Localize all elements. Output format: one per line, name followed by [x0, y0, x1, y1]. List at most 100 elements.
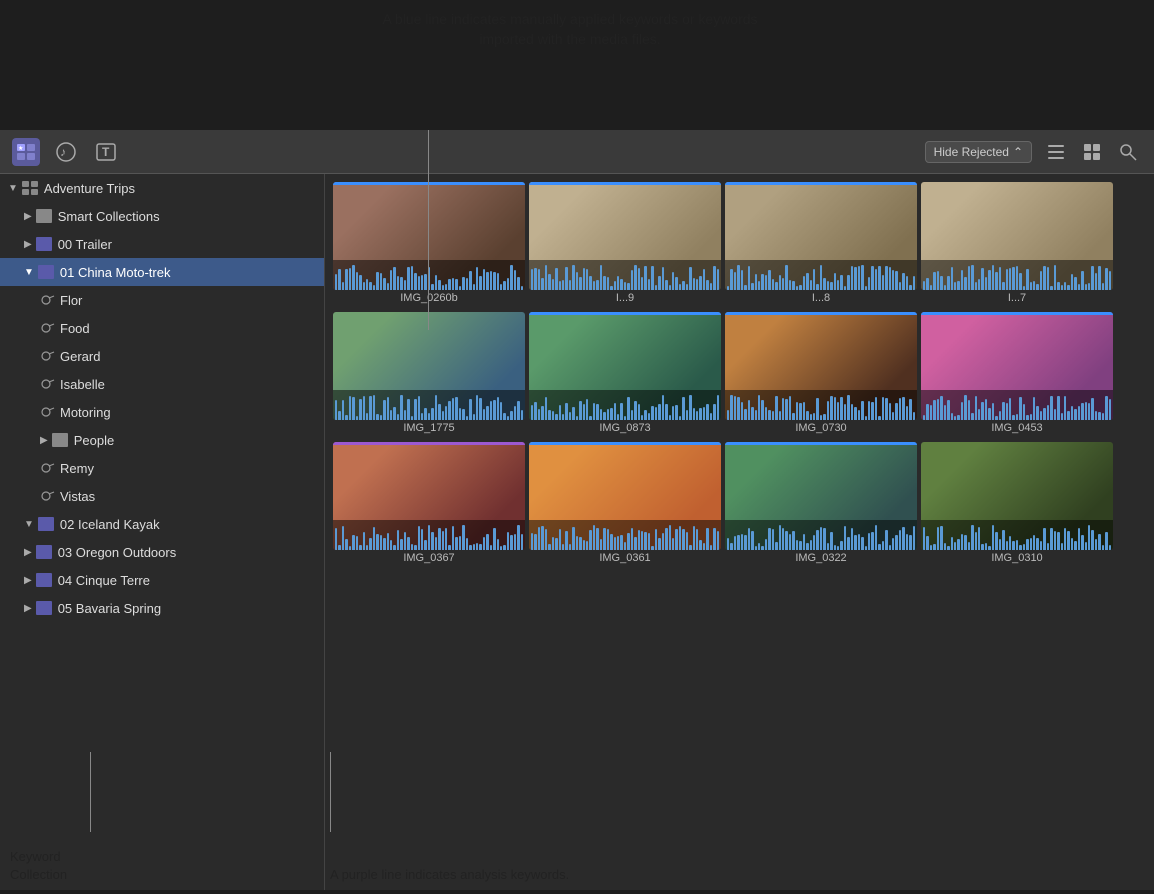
thumb-image-img11 [725, 442, 917, 550]
food-keyword-icon [40, 320, 56, 336]
sidebar-item-01-china[interactable]: ▼ 01 China Moto-trek [0, 258, 324, 286]
sidebar-item-02-iceland[interactable]: ▼ 02 Iceland Kayak [0, 510, 324, 538]
hide-rejected-label: Hide Rejected [934, 145, 1009, 159]
china-arrow: ▼ [24, 267, 34, 278]
list-view-icon[interactable] [1042, 138, 1070, 166]
annotation-keyword-collection: Keyword Collection [10, 848, 120, 884]
iceland-arrow: ▼ [24, 519, 34, 530]
sidebar-item-04-cinque[interactable]: ▶ 04 Cinque Terre [0, 566, 324, 594]
thumb-label-img8: IMG_0453 [921, 422, 1113, 438]
callout-line-top [428, 130, 429, 330]
thumbnail-img3[interactable]: I...8 [725, 182, 917, 308]
library-icon[interactable]: ★ [12, 138, 40, 166]
waveform-img8 [921, 390, 1113, 420]
blue-keyword-line [529, 312, 721, 315]
blue-keyword-line [725, 182, 917, 185]
cinque-label: 04 Cinque Terre [58, 573, 150, 588]
blue-keyword-line [921, 312, 1113, 315]
blue-keyword-line [725, 312, 917, 315]
cinque-arrow: ▶ [24, 575, 32, 586]
grid-view-icon[interactable] [1078, 138, 1106, 166]
toolbar-icons-left: ★ ♪ T [12, 138, 120, 166]
sidebar-item-people[interactable]: ▶ People [0, 426, 324, 454]
iceland-label: 02 Iceland Kayak [60, 517, 160, 532]
waveform-img2 [529, 260, 721, 290]
sidebar: ▼ Adventure Trips ▶ Smart Collections [0, 174, 325, 890]
cinque-star-icon [36, 573, 52, 587]
iceland-star-icon [38, 517, 54, 531]
toolbar: ★ ♪ T Hide Rejected ⌃ [0, 130, 1154, 174]
hide-rejected-button[interactable]: Hide Rejected ⌃ [925, 141, 1032, 163]
motoring-label: Motoring [60, 405, 111, 420]
isabelle-label: Isabelle [60, 377, 105, 392]
svg-text:T: T [102, 145, 110, 159]
thumb-label-img10: IMG_0361 [529, 552, 721, 568]
sidebar-item-smart-collections[interactable]: ▶ Smart Collections [0, 202, 324, 230]
thumb-image-img12 [921, 442, 1113, 550]
trailer-star-icon [36, 237, 52, 251]
search-icon[interactable] [1114, 138, 1142, 166]
smart-collections-arrow: ▶ [24, 211, 32, 222]
smart-collections-folder-icon [36, 209, 52, 223]
sidebar-item-motoring[interactable]: Motoring [0, 398, 324, 426]
isabelle-keyword-icon [40, 376, 56, 392]
flor-keyword-icon [40, 292, 56, 308]
thumb-label-img1: IMG_0260b [333, 292, 525, 308]
thumbnail-img6[interactable]: IMG_0873 [529, 312, 721, 438]
svg-text:♪: ♪ [60, 145, 66, 159]
thumb-label-img11: IMG_0322 [725, 552, 917, 568]
waveform-img1 [333, 260, 525, 290]
oregon-label: 03 Oregon Outdoors [58, 545, 177, 560]
oregon-star-icon [36, 545, 52, 559]
thumb-label-img9: IMG_0367 [333, 552, 525, 568]
title-icon[interactable]: T [92, 138, 120, 166]
thumb-label-img2: I...9 [529, 292, 721, 308]
sidebar-item-00-trailer[interactable]: ▶ 00 Trailer [0, 230, 324, 258]
music-icon[interactable]: ♪ [52, 138, 80, 166]
blue-keyword-line [333, 182, 525, 185]
callout-line-keyword [90, 752, 91, 832]
sidebar-item-library[interactable]: ▼ Adventure Trips [0, 174, 324, 202]
trailer-arrow: ▶ [24, 239, 32, 250]
thumbnail-img10[interactable]: IMG_0361 [529, 442, 721, 568]
thumbnail-img11[interactable]: IMG_0322 [725, 442, 917, 568]
thumbnail-img12[interactable]: IMG_0310 [921, 442, 1113, 568]
thumb-image-img3 [725, 182, 917, 290]
sidebar-item-vistas[interactable]: Vistas [0, 482, 324, 510]
sidebar-item-03-oregon[interactable]: ▶ 03 Oregon Outdoors [0, 538, 324, 566]
people-folder-icon [52, 433, 68, 447]
waveform-img4 [921, 260, 1113, 290]
library-arrow: ▼ [8, 183, 18, 194]
thumb-image-img5 [333, 312, 525, 420]
svg-text:★: ★ [18, 145, 23, 152]
app-window: ★ ♪ T Hide Rejected ⌃ [0, 130, 1154, 890]
annotation-blue-line: A blue line indicates manually applied k… [380, 10, 760, 49]
sidebar-item-gerard[interactable]: Gerard [0, 342, 324, 370]
sidebar-item-food[interactable]: Food [0, 314, 324, 342]
thumb-label-img7: IMG_0730 [725, 422, 917, 438]
thumbnail-img5[interactable]: IMG_1775 [333, 312, 525, 438]
thumbnail-img1[interactable]: IMG_0260b [333, 182, 525, 308]
toolbar-right: Hide Rejected ⌃ [925, 138, 1142, 166]
purple-keyword-line [333, 442, 525, 445]
waveform-img3 [725, 260, 917, 290]
callout-line-purple [330, 752, 331, 832]
thumbnail-img8[interactable]: IMG_0453 [921, 312, 1113, 438]
bavaria-star-icon [36, 601, 52, 615]
china-star-icon [38, 265, 54, 279]
sidebar-item-05-bavaria[interactable]: ▶ 05 Bavaria Spring [0, 594, 324, 622]
thumb-label-img3: I...8 [725, 292, 917, 308]
thumbnail-img2[interactable]: I...9 [529, 182, 721, 308]
thumbnail-img4[interactable]: I...7 [921, 182, 1113, 308]
thumbnail-img9[interactable]: IMG_0367 [333, 442, 525, 568]
blue-keyword-line [529, 182, 721, 185]
thumb-label-img6: IMG_0873 [529, 422, 721, 438]
waveform-img5 [333, 390, 525, 420]
sidebar-item-flor[interactable]: Flor [0, 286, 324, 314]
sidebar-item-remy[interactable]: Remy [0, 454, 324, 482]
thumb-image-img10 [529, 442, 721, 550]
thumbnail-img7[interactable]: IMG_0730 [725, 312, 917, 438]
sidebar-item-isabelle[interactable]: Isabelle [0, 370, 324, 398]
waveform-img6 [529, 390, 721, 420]
library-icon-grid [22, 181, 38, 195]
